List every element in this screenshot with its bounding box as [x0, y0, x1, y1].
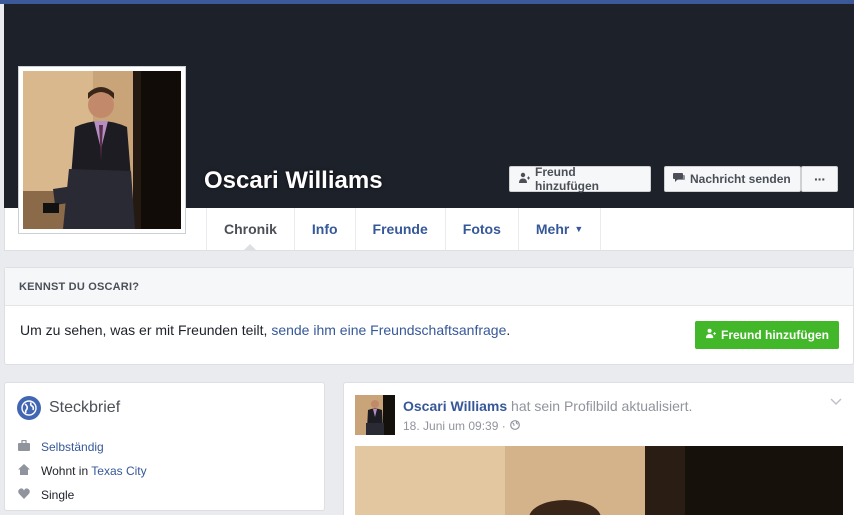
tab-info[interactable]: Info — [295, 208, 356, 250]
home-icon — [17, 464, 31, 478]
more-dots-icon: ··· — [814, 171, 826, 187]
caret-down-icon: ▼ — [574, 224, 584, 234]
add-friend-green-button[interactable]: Freund hinzufügen — [695, 321, 839, 349]
post-author-name[interactable]: Oscari Williams — [403, 398, 507, 414]
globe-privacy-icon — [509, 419, 520, 433]
profile-name: Oscari Williams — [204, 167, 383, 194]
post-options-chevron-icon[interactable] — [830, 395, 842, 409]
post-timestamp[interactable]: 18. Juni um 09:39 · — [403, 419, 506, 433]
intro-card: Steckbrief Selbständig Wohnt in Texas Ci… — [4, 382, 325, 511]
tab-mehr[interactable]: Mehr ▼ — [519, 208, 602, 250]
profile-picture[interactable] — [18, 66, 186, 234]
profile-tabs: Chronik Info Freunde Fotos Mehr ▼ — [206, 208, 602, 251]
briefcase-icon — [17, 439, 31, 454]
tab-chronik[interactable]: Chronik — [206, 208, 295, 251]
globe-icon — [17, 396, 41, 420]
know-person-heading: KENNST DU OSCARI? — [5, 268, 853, 306]
add-friend-label: Freund hinzufügen — [535, 165, 599, 193]
intro-title: Steckbrief — [17, 396, 120, 420]
know-person-text: Um zu sehen, was er mit Freunden teilt, … — [20, 322, 511, 338]
add-friend-icon — [705, 328, 716, 342]
post-meta: 18. Juni um 09:39 · — [403, 419, 520, 433]
message-icon — [673, 172, 685, 186]
post-header: Oscari Williams hat sein Profilbild aktu… — [403, 398, 693, 414]
friend-request-link[interactable]: sende ihm eine Freundschaftsanfrage — [271, 322, 506, 338]
work-link[interactable]: Selbständig — [41, 440, 104, 454]
post-photo[interactable] — [355, 446, 843, 515]
city-link[interactable]: Texas City — [91, 464, 146, 478]
more-options-button[interactable]: ··· — [801, 166, 838, 192]
add-friend-button[interactable]: Freund hinzufügen — [509, 165, 651, 193]
know-person-card: KENNST DU OSCARI? Um zu sehen, was er mi… — [4, 267, 854, 365]
tab-fotos[interactable]: Fotos — [446, 208, 519, 250]
tab-freunde[interactable]: Freunde — [356, 208, 446, 250]
send-message-label: Nachricht senden — [690, 172, 791, 186]
add-friend-icon — [518, 172, 530, 187]
intro-row-relationship: Single — [17, 488, 74, 502]
post-author-avatar[interactable] — [355, 395, 395, 435]
timeline-post: Oscari Williams hat sein Profilbild aktu… — [343, 382, 854, 515]
intro-row-home: Wohnt in Texas City — [17, 464, 147, 478]
profile-photo-image — [23, 71, 181, 229]
intro-row-work: Selbständig — [17, 439, 104, 454]
heart-icon — [17, 488, 31, 502]
send-message-button[interactable]: Nachricht senden — [664, 166, 801, 192]
